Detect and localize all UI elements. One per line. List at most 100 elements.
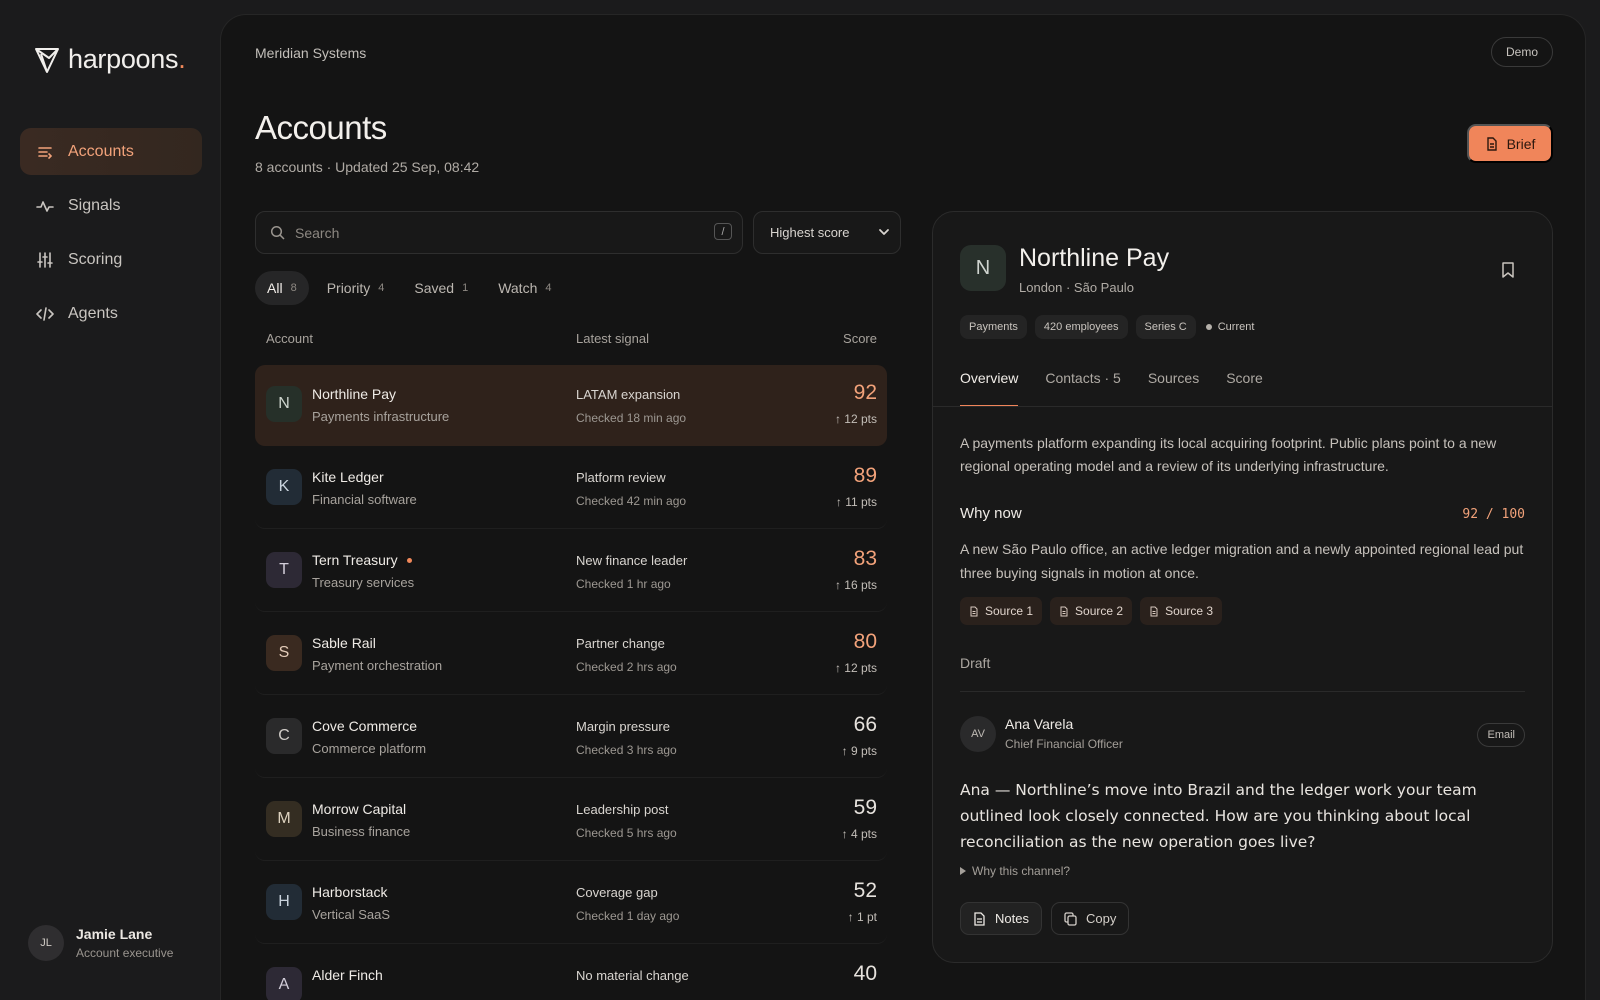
document-icon: [1150, 606, 1158, 616]
tag: Series C: [1135, 315, 1196, 339]
user-name: Jamie Lane: [76, 926, 153, 942]
list-icon: [36, 143, 54, 161]
sort-select[interactable]: Highest score: [753, 211, 901, 254]
tab-overview[interactable]: Overview: [960, 370, 1019, 407]
filter-label: Watch: [498, 280, 538, 296]
detail-tags: Payments 420 employees Series C Current: [960, 315, 1254, 339]
detail-account-name: Northline Pay: [1019, 244, 1170, 272]
signal-checked-time: Checked 1 hr ago: [576, 577, 671, 591]
table-row[interactable]: S Sable Rail Payment orchestration Partner …: [255, 614, 887, 695]
column-header-score[interactable]: Score: [843, 331, 877, 346]
latest-signal: Partner change: [576, 636, 665, 651]
brand-name: harpoons.: [68, 44, 186, 74]
draft-label: Draft: [960, 655, 991, 671]
sidebar-item-label: Signals: [68, 196, 121, 214]
source-label: Source 1: [985, 604, 1034, 618]
latest-signal: New finance leader: [576, 553, 688, 568]
account-score: 59: [853, 796, 877, 819]
table-row[interactable]: H Harborstack Vertical SaaS Coverage gap Che…: [255, 863, 887, 944]
sort-selected-value: Highest score: [770, 225, 850, 240]
bookmark-icon[interactable]: [1500, 261, 1516, 279]
sidebar-item-agents[interactable]: Agents: [20, 290, 202, 337]
score-delta: ↑ 1 pt: [847, 910, 877, 924]
account-type: Commerce platform: [312, 741, 427, 756]
column-header-account[interactable]: Account: [266, 331, 313, 346]
filter-priority[interactable]: Priority 4: [315, 271, 397, 305]
table-row[interactable]: C Cove Commerce Commerce platform Margin pr…: [255, 697, 887, 778]
account-name: Cove Commerce: [312, 718, 417, 734]
tab-score[interactable]: Score: [1226, 370, 1263, 406]
account-name: Harborstack: [312, 884, 387, 900]
table-row[interactable]: M Morrow Capital Business finance Leadershi…: [255, 780, 887, 861]
copy-label: Copy: [1085, 911, 1117, 926]
why-channel-label: Why this channel?: [972, 864, 1071, 878]
avatar: K: [266, 469, 302, 505]
account-type: Payments infrastructure: [312, 409, 450, 424]
table-row[interactable]: N Northline Pay Payments infrastructure LAT…: [255, 365, 887, 446]
filter-saved[interactable]: Saved 1: [402, 271, 480, 305]
latest-signal: LATAM expansion: [576, 387, 681, 402]
filter-count: 4: [378, 282, 385, 294]
brief-button[interactable]: Brief: [1467, 124, 1553, 163]
account-name-text: Morrow Capital: [312, 801, 407, 817]
source-chip[interactable]: Source 1: [960, 597, 1043, 625]
demo-button[interactable]: Demo: [1490, 37, 1553, 67]
document-icon: [1486, 136, 1497, 151]
why-channel-toggle[interactable]: Why this channel?: [960, 864, 1070, 878]
tab-sources[interactable]: Sources: [1148, 370, 1199, 406]
account-name: Kite Ledger: [312, 469, 384, 485]
notes-button[interactable]: Notes: [960, 902, 1042, 935]
avatar: C: [266, 718, 302, 754]
table-row[interactable]: K Kite Ledger Financial software Platform r…: [255, 448, 887, 529]
user-profile[interactable]: JL Jamie Lane Account executive: [28, 925, 173, 961]
org-name: Meridian Systems: [255, 45, 367, 61]
signal-checked-time: Checked 2 hrs ago: [576, 660, 677, 674]
account-name: Alder Finch: [312, 967, 383, 983]
account-type: Vertical SaaS: [312, 907, 391, 922]
copy-button[interactable]: Copy: [1050, 902, 1130, 935]
source-chips: Source 1 Source 2 Source 3: [960, 597, 1223, 625]
divider: [933, 406, 1552, 407]
search-input[interactable]: [295, 224, 685, 241]
search-box[interactable]: /: [255, 211, 743, 254]
tab-contacts[interactable]: Contacts · 5: [1045, 370, 1120, 406]
code-icon: [36, 305, 54, 323]
sidebar: harpoons. Accounts Signals Scoring Agent…: [0, 0, 220, 1000]
source-chip[interactable]: Source 2: [1050, 597, 1133, 625]
avatar: N: [960, 245, 1006, 291]
user-role: Account executive: [76, 946, 174, 960]
score-delta: ↑ 16 pts: [834, 578, 877, 592]
filter-label: All: [267, 280, 283, 296]
brand-logo[interactable]: harpoons.: [34, 44, 186, 75]
avatar: N: [266, 386, 302, 422]
sidebar-nav: Accounts Signals Scoring Agents: [20, 128, 202, 344]
filter-count: 1: [462, 282, 469, 294]
account-name-text: Sable Rail: [312, 635, 376, 651]
channel-badge[interactable]: Email: [1477, 723, 1525, 747]
disclosure-triangle-icon: [960, 867, 966, 875]
table-row[interactable]: A Alder Finch No material change 40: [255, 946, 887, 1000]
draft-message[interactable]: Ana — Northline’s move into Brazil and t…: [960, 777, 1526, 855]
sidebar-item-label: Accounts: [68, 142, 134, 160]
column-header-signal[interactable]: Latest signal: [576, 331, 649, 346]
detail-location: London · São Paulo: [1019, 280, 1134, 295]
account-type: Payment orchestration: [312, 658, 443, 673]
signal-checked-time: Checked 18 min ago: [576, 411, 687, 425]
source-chip[interactable]: Source 3: [1140, 597, 1223, 625]
sidebar-item-accounts[interactable]: Accounts: [20, 128, 202, 175]
sliders-icon: [36, 251, 54, 269]
account-type: Treasury services: [312, 575, 415, 590]
filter-watch[interactable]: Watch 4: [486, 271, 563, 305]
sidebar-item-signals[interactable]: Signals: [20, 182, 202, 229]
filter-tabs: All 8 Priority 4 Saved 1 Watch 4: [255, 271, 563, 305]
score-delta: ↑ 11 pts: [835, 495, 877, 509]
why-now-title: Why now: [960, 505, 1022, 522]
sidebar-item-label: Agents: [68, 304, 118, 322]
filter-count: 8: [290, 282, 297, 294]
notes-label: Notes: [995, 911, 1029, 926]
filter-all[interactable]: All 8: [255, 271, 309, 305]
avatar: AV: [960, 716, 996, 752]
status-badge: Current: [1204, 321, 1254, 333]
sidebar-item-scoring[interactable]: Scoring: [20, 236, 202, 283]
table-row[interactable]: T Tern Treasury Treasury services New finan…: [255, 531, 887, 612]
